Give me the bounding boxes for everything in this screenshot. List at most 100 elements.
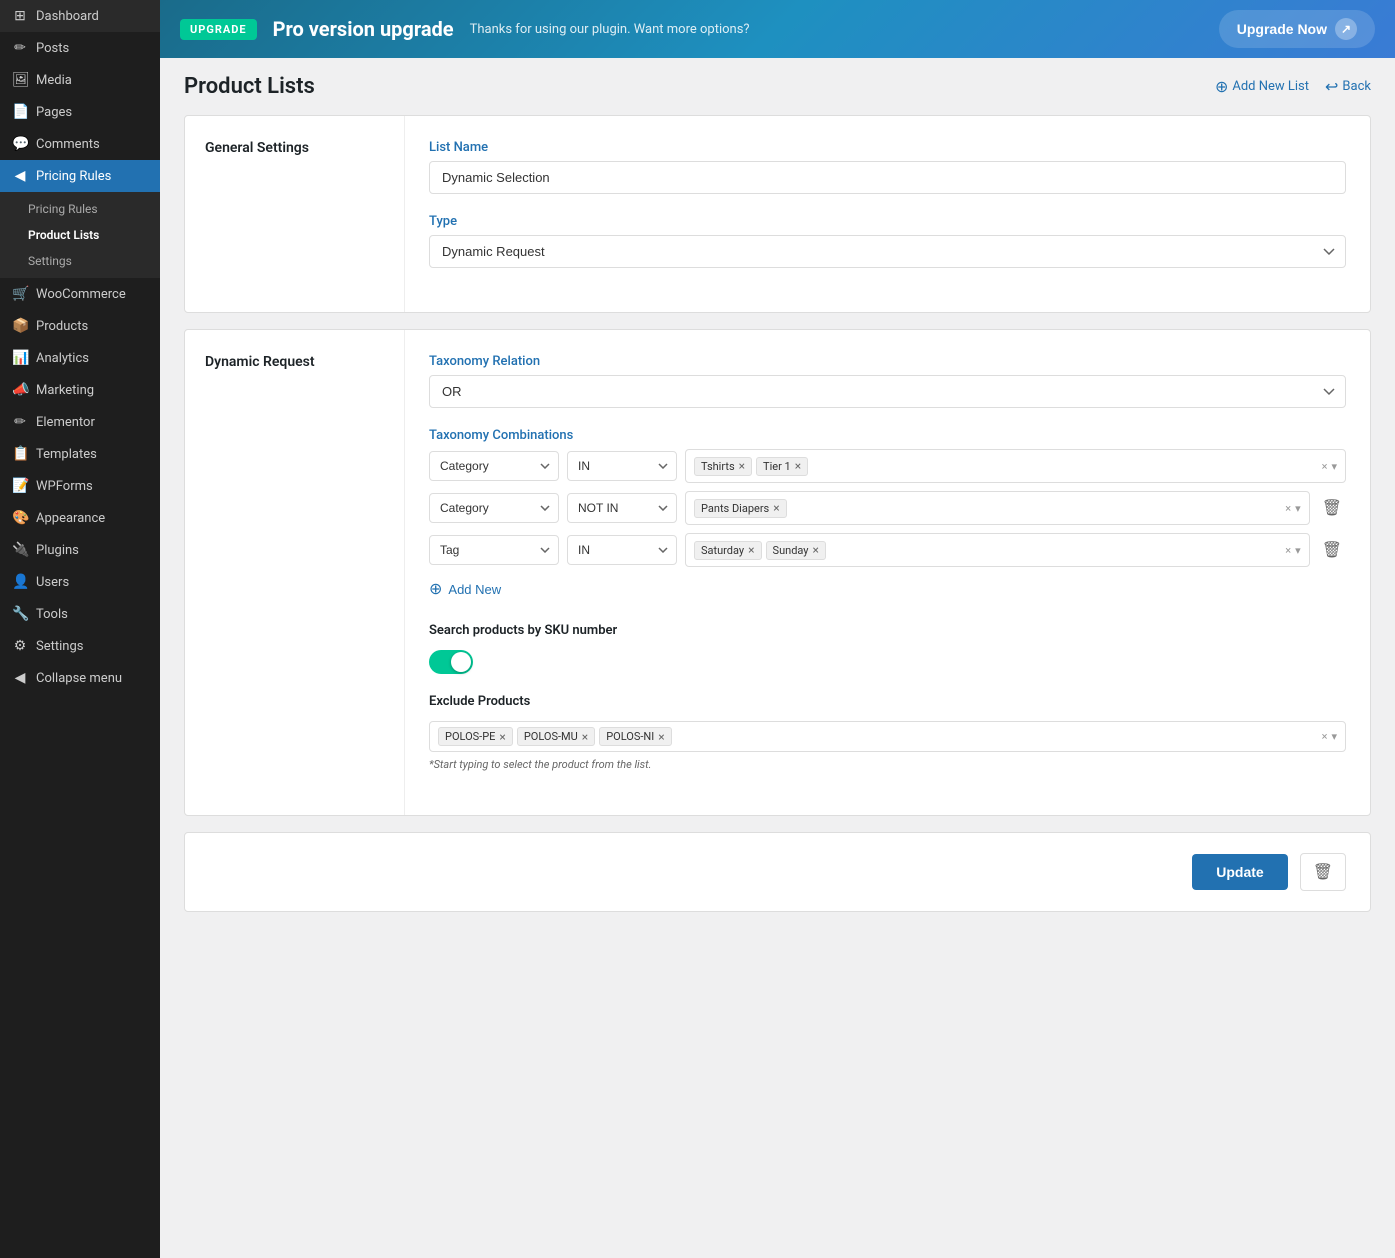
tag-tier1: Tier 1 × <box>756 457 808 476</box>
list-name-group: List Name <box>429 140 1346 194</box>
sidebar-item-analytics[interactable]: 📊 Analytics <box>0 342 160 374</box>
sidebar-item-label: Posts <box>36 41 69 56</box>
content-area: General Settings List Name Type Dynamic … <box>160 115 1395 936</box>
upgrade-arrow-icon: ↗ <box>1335 18 1357 40</box>
tag-pants-diapers: Pants Diapers × <box>694 499 787 518</box>
sidebar-item-label: Pricing Rules <box>36 169 111 184</box>
taxonomy-relation-label: Taxonomy Relation <box>429 354 1346 369</box>
add-new-label: Add New <box>448 582 501 597</box>
pricing-rules-icon: ◀ <box>12 168 28 184</box>
sidebar-item-pricing-rules[interactable]: ◀ Pricing Rules <box>0 160 160 192</box>
row1-chevron[interactable]: ▾ <box>1331 460 1337 473</box>
sidebar-item-label: Marketing <box>36 383 94 398</box>
sidebar-item-media[interactable]: 🖼 Media <box>0 64 160 96</box>
analytics-icon: 📊 <box>12 350 28 366</box>
sidebar-item-wpforms[interactable]: 📝 WPForms <box>0 470 160 502</box>
sidebar-item-label: Users <box>36 575 69 590</box>
sidebar-sub-item-product-lists[interactable]: Product Lists <box>0 222 160 248</box>
sidebar-item-posts[interactable]: ✏ Posts <box>0 32 160 64</box>
row1-clear[interactable]: × <box>1322 460 1328 473</box>
add-new-list-label: Add New List <box>1232 79 1309 94</box>
list-name-input[interactable] <box>429 161 1346 194</box>
tag-sunday-close[interactable]: × <box>813 544 819 556</box>
update-button[interactable]: Update <box>1192 854 1287 890</box>
row2-clear[interactable]: × <box>1285 502 1291 515</box>
sidebar-item-plugins[interactable]: 🔌 Plugins <box>0 534 160 566</box>
sidebar-item-elementor[interactable]: ✏ Elementor <box>0 406 160 438</box>
templates-icon: 📋 <box>12 446 28 462</box>
sidebar-item-appearance[interactable]: 🎨 Appearance <box>0 502 160 534</box>
sidebar-item-templates[interactable]: 📋 Templates <box>0 438 160 470</box>
taxonomy-row2-type-select[interactable]: Category Tag <box>429 493 559 523</box>
sidebar-item-users[interactable]: 👤 Users <box>0 566 160 598</box>
row2-chevron[interactable]: ▾ <box>1295 502 1301 515</box>
exclude-products-input[interactable] <box>676 730 1318 744</box>
sidebar-item-products[interactable]: 📦 Products <box>0 310 160 342</box>
delete-row2-button[interactable]: 🗑 <box>1318 494 1346 522</box>
tag-tshirts-close[interactable]: × <box>739 460 745 472</box>
tag-saturday-close[interactable]: × <box>748 544 754 556</box>
elementor-icon: ✏ <box>12 414 28 430</box>
delete-page-button[interactable]: 🗑 <box>1300 853 1346 891</box>
sidebar-item-settings[interactable]: ⚙ Settings <box>0 630 160 662</box>
sidebar-sub-item-pricing-rules[interactable]: Pricing Rules <box>0 196 160 222</box>
dynamic-request-body: Taxonomy Relation OR AND Taxonomy Combin… <box>405 330 1370 815</box>
tag-tier1-close[interactable]: × <box>795 460 801 472</box>
plugins-icon: 🔌 <box>12 542 28 558</box>
delete-row3-button[interactable]: 🗑 <box>1318 536 1346 564</box>
dynamic-request-title: Dynamic Request <box>205 354 384 370</box>
tag-polos-pe-close[interactable]: × <box>499 731 505 743</box>
sidebar-item-label: WooCommerce <box>36 287 126 302</box>
sidebar-item-pages[interactable]: 📄 Pages <box>0 96 160 128</box>
appearance-icon: 🎨 <box>12 510 28 526</box>
posts-icon: ✏ <box>12 40 28 56</box>
add-icon: ⊕ <box>1215 77 1228 96</box>
taxonomy-row3-tags: Saturday × Sunday × × ▾ <box>685 533 1310 567</box>
woocommerce-icon: 🛒 <box>12 286 28 302</box>
general-settings-title: General Settings <box>205 140 384 156</box>
tag-tshirts: Tshirts × <box>694 457 752 476</box>
toggle-knob <box>451 652 471 672</box>
back-button[interactable]: ↩ Back <box>1325 77 1371 96</box>
row3-clear[interactable]: × <box>1285 544 1291 557</box>
exclude-clear[interactable]: × <box>1322 730 1328 743</box>
type-select[interactable]: Dynamic Request Static List <box>429 235 1346 268</box>
taxonomy-row1-type-select[interactable]: Category Tag <box>429 451 559 481</box>
search-sku-toggle-container <box>429 650 1346 674</box>
row3-chevron[interactable]: ▾ <box>1295 544 1301 557</box>
add-new-combination-button[interactable]: ⊕ Add New <box>429 575 501 603</box>
sidebar-item-woocommerce[interactable]: 🛒 WooCommerce <box>0 278 160 310</box>
search-sku-toggle[interactable] <box>429 650 473 674</box>
taxonomy-row3-type-select[interactable]: Tag Category <box>429 535 559 565</box>
taxonomy-relation-select[interactable]: OR AND <box>429 375 1346 408</box>
sidebar-item-dashboard[interactable]: ⊞ Dashboard <box>0 0 160 32</box>
sidebar-item-marketing[interactable]: 📣 Marketing <box>0 374 160 406</box>
tag-polos-ni-close[interactable]: × <box>658 731 664 743</box>
upgrade-now-button[interactable]: Upgrade Now ↗ <box>1219 10 1375 48</box>
sidebar-item-label: Pages <box>36 105 72 120</box>
exclude-chevron[interactable]: ▾ <box>1331 730 1337 743</box>
exclude-hint: *Start typing to select the product from… <box>429 758 1346 771</box>
taxonomy-row3-condition-select[interactable]: IN NOT IN <box>567 535 677 565</box>
taxonomy-row2-tags: Pants Diapers × × ▾ <box>685 491 1310 525</box>
sidebar-item-label: Collapse menu <box>36 671 122 686</box>
general-settings-body: List Name Type Dynamic Request Static Li… <box>405 116 1370 312</box>
media-icon: 🖼 <box>12 72 28 88</box>
tag-saturday: Saturday × <box>694 541 762 560</box>
sidebar-item-comments[interactable]: 💬 Comments <box>0 128 160 160</box>
sidebar-item-collapse[interactable]: ◀ Collapse menu <box>0 662 160 694</box>
add-new-list-button[interactable]: ⊕ Add New List <box>1215 77 1309 96</box>
upgrade-title: Pro version upgrade <box>273 17 454 41</box>
sidebar-item-tools[interactable]: 🔧 Tools <box>0 598 160 630</box>
sidebar-item-label: Media <box>36 73 72 88</box>
taxonomy-row2-condition-select[interactable]: NOT IN IN <box>567 493 677 523</box>
taxonomy-row-1: Category Tag IN NOT IN Tshirts × <box>429 449 1346 483</box>
taxonomy-row1-condition-select[interactable]: IN NOT IN <box>567 451 677 481</box>
tag-sunday: Sunday × <box>766 541 826 560</box>
sidebar-item-label: Plugins <box>36 543 79 558</box>
tag-polos-mu-close[interactable]: × <box>582 731 588 743</box>
tag-pants-diapers-close[interactable]: × <box>773 502 779 514</box>
upgrade-button-label: Upgrade Now <box>1237 21 1327 37</box>
sidebar-sub-item-settings[interactable]: Settings <box>0 248 160 274</box>
sidebar-item-label: Elementor <box>36 415 95 430</box>
